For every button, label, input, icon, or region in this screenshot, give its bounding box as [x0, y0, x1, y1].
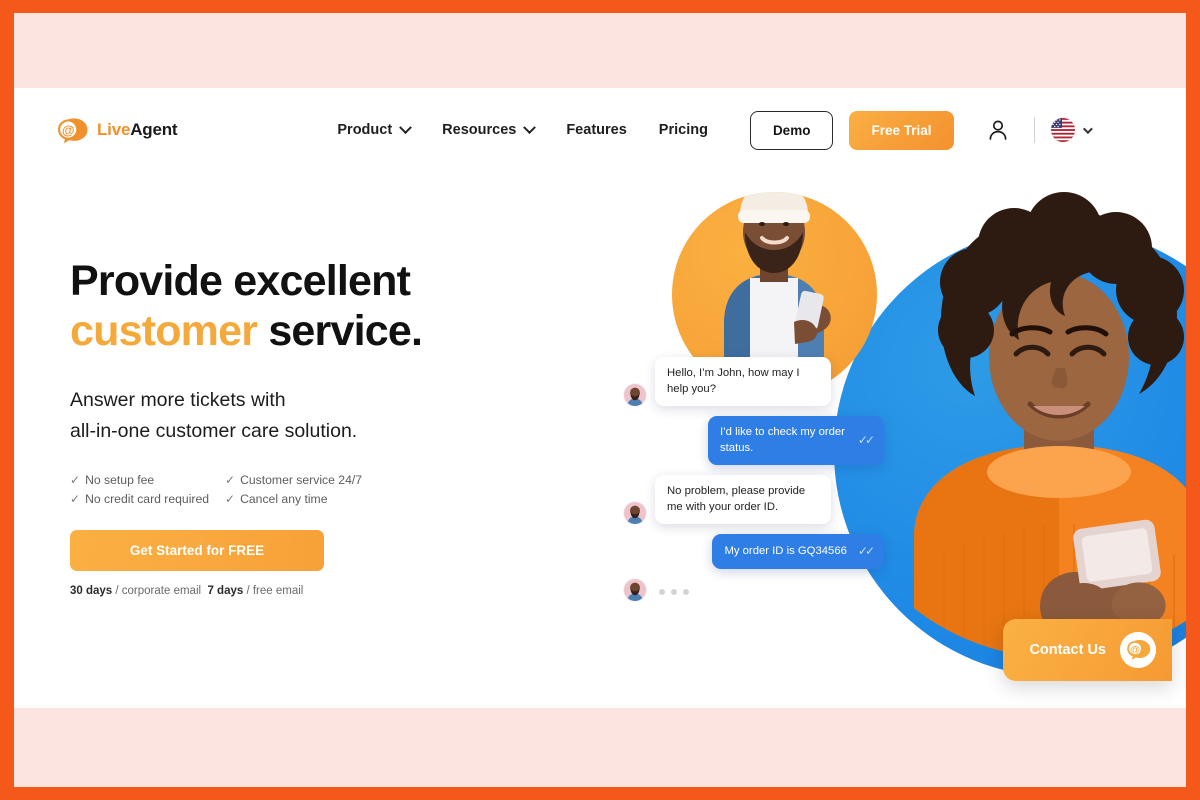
benefit-label: Customer service 24/7	[240, 473, 363, 488]
at-speech-bubble-icon: @	[1120, 632, 1156, 668]
typing-dot	[671, 589, 677, 596]
page-frame: @ LiveAgent Product Resources Features P…	[0, 0, 1200, 800]
nav-label-pricing: Pricing	[658, 122, 708, 138]
check-icon: ✓	[225, 473, 236, 488]
chat-bubble: Hello, I’m John, how may I help you?	[655, 357, 831, 407]
site-logo[interactable]: @ LiveAgent	[56, 117, 178, 144]
contact-us-widget[interactable]: Contact Us @	[1003, 619, 1172, 681]
avatar	[624, 502, 646, 525]
read-receipt-icon: ✓✓	[857, 544, 875, 559]
subtitle-line2: all-in-one customer care solution.	[70, 419, 358, 442]
free-trial-button[interactable]: Free Trial	[849, 110, 954, 150]
chat-typing-indicator	[624, 579, 884, 602]
check-icon: ✓	[70, 473, 81, 488]
chat-bubble: My order ID is GQ34566 ✓✓	[712, 534, 884, 570]
page-canvas: @ LiveAgent Product Resources Features P…	[14, 13, 1186, 787]
chat-bubble: No problem, please provide me with your …	[655, 475, 831, 525]
us-flag-icon	[1050, 118, 1075, 142]
svg-text:@: @	[62, 122, 75, 137]
fineprint-days-free: 7 days	[207, 585, 244, 598]
fineprint-free-rest: / free email	[243, 585, 304, 598]
headline-line1: Provide excellent	[70, 257, 411, 305]
svg-text:@: @	[1130, 644, 1140, 656]
nav-divider	[1033, 117, 1035, 143]
nav-item-product[interactable]: Product	[321, 116, 426, 144]
nav-label-product: Product	[337, 122, 393, 138]
user-icon[interactable]	[988, 119, 1008, 141]
benefit-label: No credit card required	[85, 492, 210, 507]
logo-wordmark: LiveAgent	[97, 120, 178, 140]
navigation-bar: @ LiveAgent Product Resources Features P…	[14, 88, 1186, 172]
subtitle-line1: Answer more tickets with	[70, 388, 286, 411]
benefit-item: ✓ No setup fee	[70, 473, 209, 487]
headline-accent: customer	[70, 306, 258, 355]
nav-item-features[interactable]: Features	[550, 116, 642, 144]
top-decoration-band	[14, 13, 1186, 88]
nav-links: Product Resources Features Pricing	[321, 116, 724, 144]
nav-item-resources[interactable]: Resources	[426, 116, 550, 144]
hero-subtitle: Answer more tickets with all-in-one cust…	[70, 385, 540, 447]
fineprint-corporate-rest: / corporate email	[112, 585, 202, 598]
check-icon: ✓	[70, 492, 81, 507]
logo-word-live: Live	[97, 120, 131, 139]
typing-dot	[683, 589, 689, 596]
chevron-down-icon	[399, 120, 413, 134]
chat-bubble-text: I’d like to check my order status.	[720, 426, 845, 454]
hero-copy: Provide excellent customer service. Answ…	[70, 257, 540, 597]
page-title: Provide excellent customer service.	[70, 257, 540, 357]
headline-rest: service.	[257, 306, 423, 355]
nav-label-features: Features	[566, 122, 627, 138]
benefits-list: ✓ No setup fee ✓ Customer service 24/7 ✓ No…	[70, 473, 540, 506]
benefit-item: ✓ No credit card required	[70, 492, 209, 506]
chat-message-customer-1: I’d like to check my order status. ✓✓	[624, 416, 884, 466]
nav-label-resources: Resources	[442, 122, 517, 138]
benefit-label: Cancel any time	[240, 492, 328, 507]
demo-button[interactable]: Demo	[749, 110, 834, 150]
benefit-label: No setup fee	[85, 473, 155, 488]
chevron-down-icon	[1082, 123, 1093, 134]
chevron-down-icon	[523, 120, 537, 134]
at-speech-bubble-icon: @	[56, 117, 90, 144]
nav-item-pricing[interactable]: Pricing	[643, 116, 724, 144]
language-selector[interactable]	[1050, 118, 1093, 142]
chat-bubble-text: My order ID is GQ34566	[724, 544, 847, 557]
benefit-item: ✓ Customer service 24/7	[225, 473, 362, 487]
get-started-button[interactable]: Get Started for FREE	[70, 530, 324, 572]
typing-dots	[655, 583, 693, 601]
check-icon: ✓	[225, 492, 236, 507]
typing-dot	[659, 589, 665, 596]
avatar	[624, 384, 646, 407]
read-receipt-icon: ✓✓	[857, 433, 875, 448]
hero-illustration: Hello, I’m John, how may I help you? I’d…	[624, 172, 1186, 677]
fineprint-days-corporate: 30 days	[70, 585, 113, 598]
chat-message-agent-1: Hello, I’m John, how may I help you?	[624, 357, 884, 407]
cta-fineprint: 30 days / corporate email 7 days / free …	[70, 585, 540, 597]
chat-overlay: Hello, I’m John, how may I help you? I’d…	[624, 357, 884, 611]
chat-message-customer-2: My order ID is GQ34566 ✓✓	[624, 534, 884, 570]
avatar	[624, 579, 646, 602]
chat-message-agent-2: No problem, please provide me with your …	[624, 475, 884, 525]
contact-us-label: Contact Us	[1029, 642, 1106, 658]
logo-word-agent: Agent	[130, 120, 178, 139]
benefit-item: ✓ Cancel any time	[225, 492, 362, 506]
bottom-decoration-band	[14, 708, 1186, 787]
chat-bubble: I’d like to check my order status. ✓✓	[708, 416, 884, 466]
